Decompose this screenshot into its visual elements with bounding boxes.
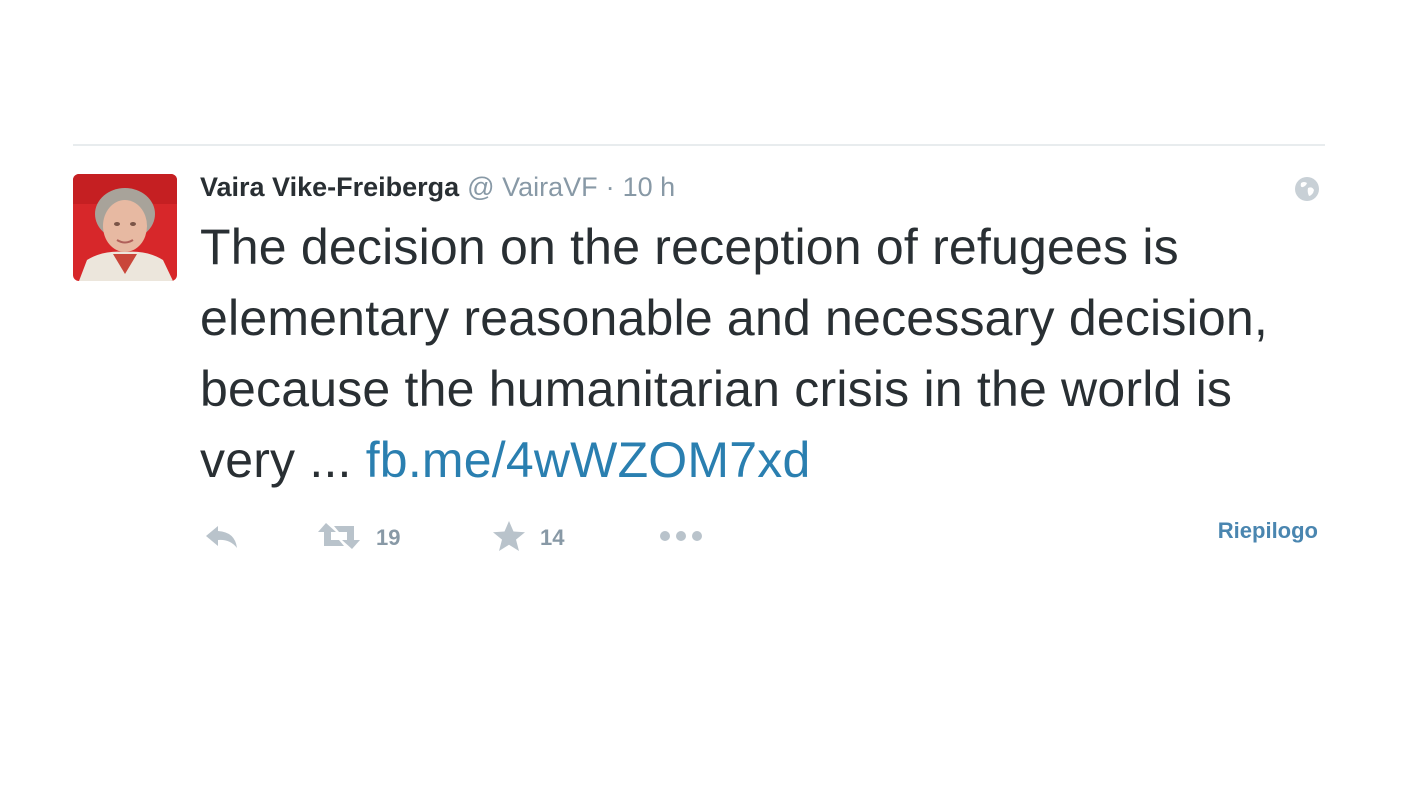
tweet-divider xyxy=(73,144,1325,146)
summary-link[interactable]: Riepilogo xyxy=(1218,518,1318,544)
retweet-count: 19 xyxy=(376,525,401,550)
avatar[interactable] xyxy=(73,174,177,281)
favorite-count: 14 xyxy=(540,525,565,550)
avatar-image xyxy=(73,174,177,281)
tweet-timestamp[interactable]: 10 h xyxy=(623,172,676,203)
author-handle[interactable]: @ VairaVF xyxy=(467,172,597,203)
tweet-link[interactable]: fb.me/4wWZOM7xd xyxy=(366,432,811,488)
more-icon xyxy=(658,529,704,548)
tweet-text: The decision on the reception of refugee… xyxy=(200,212,1310,496)
tweet-header: Vaira Vike-Freiberga @ VairaVF · 10 h xyxy=(200,172,675,208)
retweet-button[interactable]: 19 xyxy=(316,516,400,560)
header-separator: · xyxy=(605,172,615,202)
more-button[interactable] xyxy=(658,516,704,560)
favorite-button[interactable]: 14 xyxy=(492,516,564,560)
retweet-icon xyxy=(316,521,362,556)
reply-icon xyxy=(204,522,240,555)
author-name[interactable]: Vaira Vike-Freiberga xyxy=(200,172,459,203)
tweet-actions: 19 14 Riepilogo xyxy=(200,516,1320,560)
star-icon xyxy=(492,520,526,557)
globe-icon xyxy=(1294,176,1320,202)
reply-button[interactable] xyxy=(204,516,240,560)
